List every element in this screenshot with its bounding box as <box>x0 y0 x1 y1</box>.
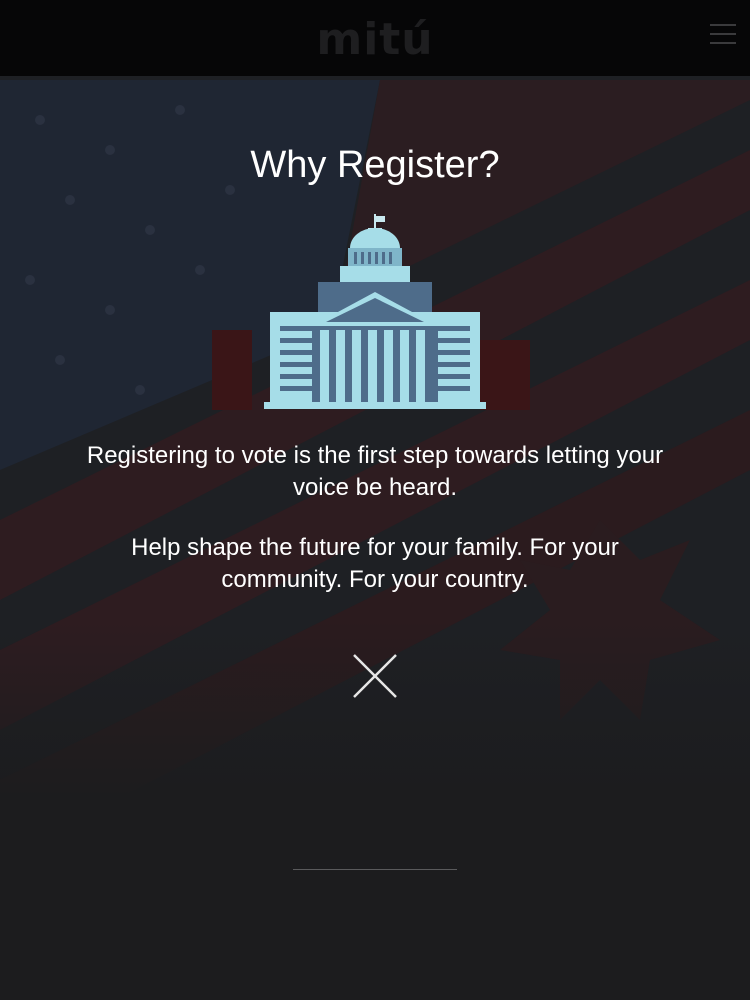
why-register-screen: mitú Why Register? Registering to vote i… <box>0 0 750 1000</box>
register-intro-text: Registering to vote is the first step to… <box>86 442 664 501</box>
menu-line <box>710 24 736 26</box>
divider-line <box>293 869 457 870</box>
close-icon[interactable] <box>350 651 400 701</box>
register-motivation-text: Help shape the future for your family. F… <box>131 534 619 593</box>
menu-line <box>710 33 736 35</box>
capitol-building-icon <box>264 214 486 409</box>
modal-title: Why Register? <box>250 144 500 186</box>
hamburger-menu-icon[interactable] <box>710 24 736 48</box>
menu-line <box>710 42 736 44</box>
why-register-modal: Why Register? Registering to vote is the… <box>0 76 750 1000</box>
top-header-bar: mitú <box>0 0 750 76</box>
mitu-logo[interactable]: mitú <box>0 14 750 65</box>
